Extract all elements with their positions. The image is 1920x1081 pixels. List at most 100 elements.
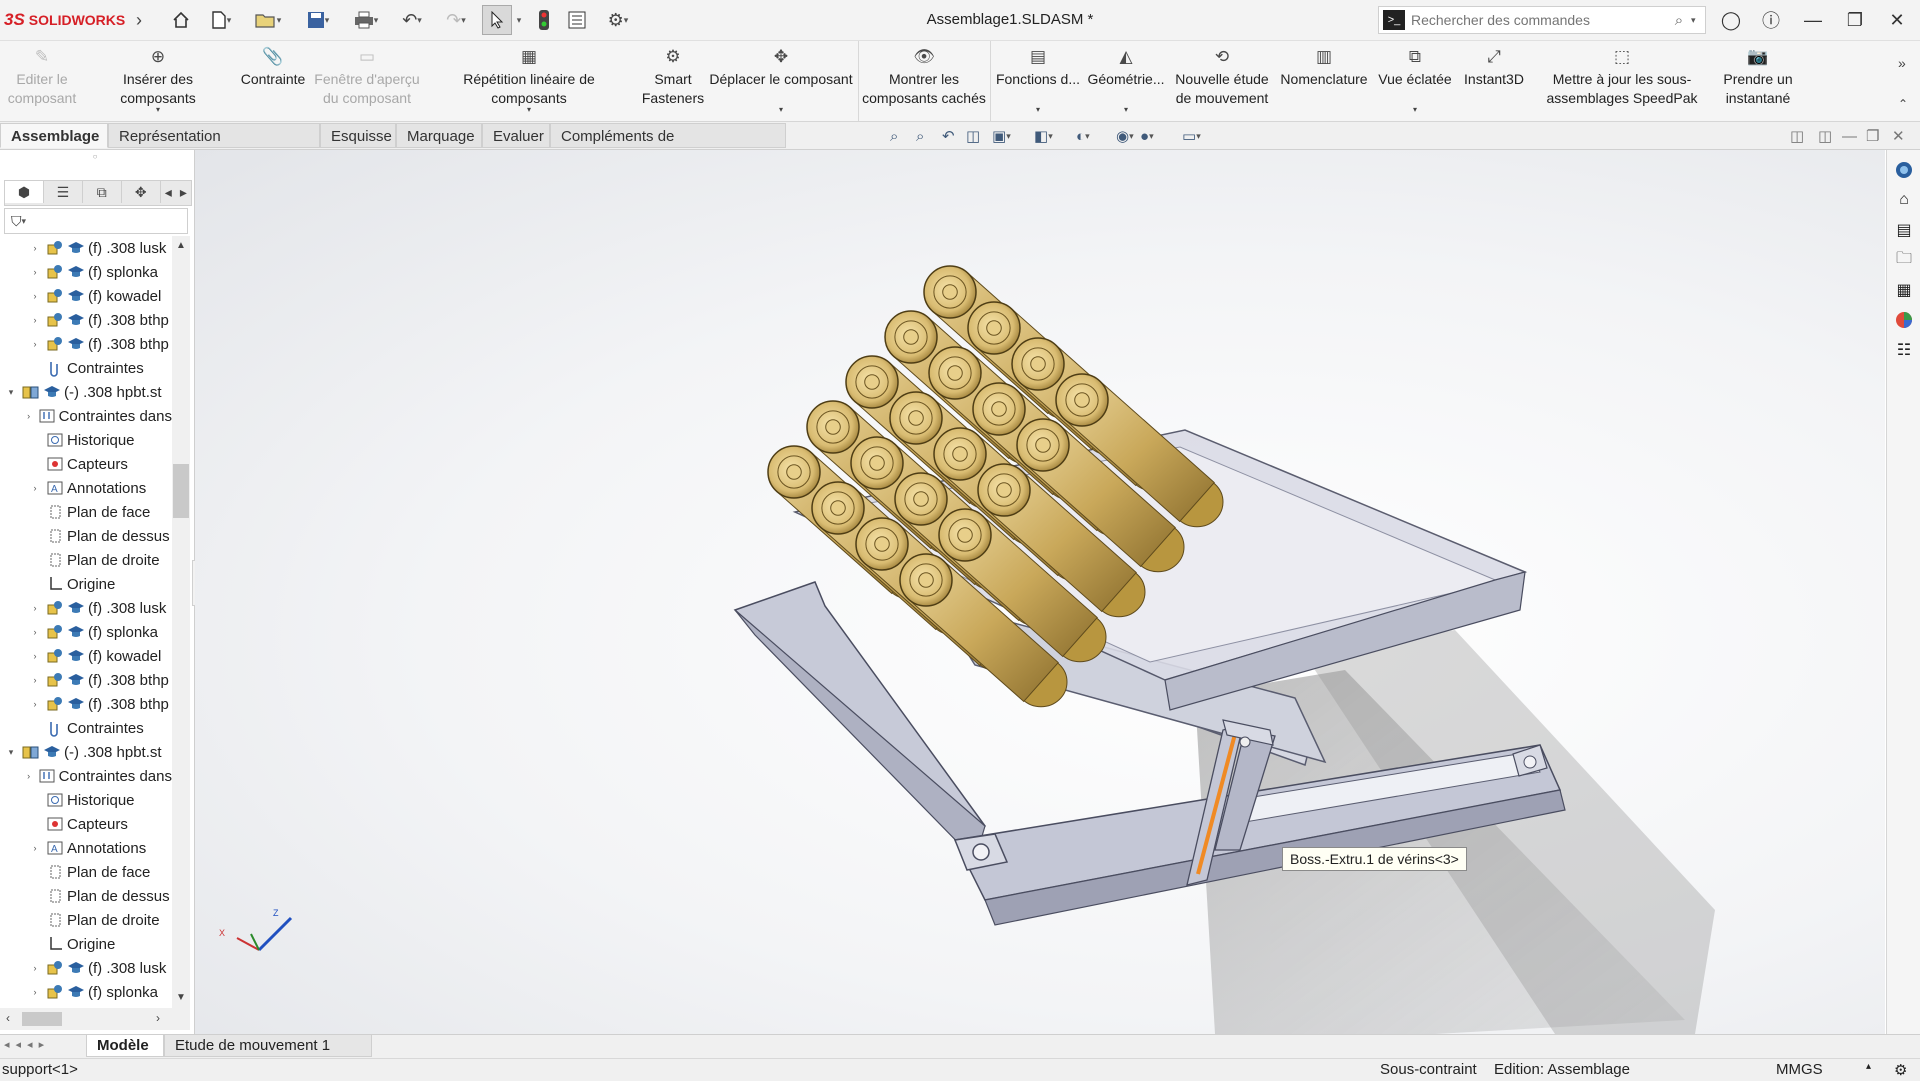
viewport-restore-icon[interactable]: ❐ bbox=[1866, 126, 1879, 146]
tree-item[interactable]: Contraintes bbox=[0, 356, 172, 380]
status-units[interactable]: MMGS bbox=[1776, 1061, 1823, 1078]
tree-item[interactable]: Capteurs bbox=[0, 452, 172, 476]
search-dropdown-icon[interactable]: ▾ bbox=[1691, 15, 1705, 26]
chevron-right-icon[interactable]: › bbox=[30, 339, 40, 349]
panel-grip-icon[interactable]: ○ bbox=[0, 152, 190, 162]
update-speedpak-button[interactable]: ⬚ Mettre à jour les sous-assemblages Spee… bbox=[1534, 45, 1710, 117]
redo-icon[interactable]: ↷ ▾ bbox=[438, 8, 474, 32]
viewport-minimize-icon[interactable]: — bbox=[1842, 126, 1857, 146]
chevron-down-icon[interactable]: ▾ bbox=[1413, 100, 1417, 119]
chevron-right-icon[interactable]: › bbox=[30, 315, 40, 325]
tree-item[interactable]: Plan de dessus bbox=[0, 524, 172, 548]
tree-item[interactable]: › (f) .308 bthp bbox=[0, 668, 172, 692]
restore-icon[interactable]: ❐ bbox=[1840, 8, 1870, 32]
tab-etude-mouvement[interactable]: Etude de mouvement 1 bbox=[164, 1035, 372, 1057]
bill-of-materials-button[interactable]: ▥ Nomenclature bbox=[1276, 45, 1372, 117]
previous-view-icon[interactable]: ↶ bbox=[942, 126, 955, 146]
assembly-model[interactable] bbox=[195, 150, 1885, 1034]
tree-item[interactable]: › (f) .308 bthp bbox=[0, 692, 172, 716]
chevron-down-icon[interactable]: ▾ bbox=[156, 100, 160, 119]
save-icon[interactable]: ▾ bbox=[298, 8, 338, 32]
tree-item[interactable]: › (f) .308 lusk bbox=[0, 596, 172, 620]
tab-nav-arrows-icon[interactable]: ◂◂◂▸ bbox=[4, 1038, 50, 1051]
show-hidden-components-button[interactable]: 👁 Montrer les composants cachés bbox=[862, 45, 986, 117]
tab-esquisse[interactable]: Esquisse bbox=[320, 123, 396, 148]
tree-item[interactable]: › (f) kowadel bbox=[0, 284, 172, 308]
tree-item[interactable]: › (f) .308 lusk bbox=[0, 956, 172, 980]
tree-scroll-thumb[interactable] bbox=[173, 464, 189, 518]
chevron-right-icon[interactable]: › bbox=[30, 651, 40, 661]
tree-item[interactable]: › (f) splonka bbox=[0, 260, 172, 284]
more-commands-icon[interactable]: » bbox=[1898, 55, 1906, 71]
hide-show-items-icon[interactable]: ◉ ▾ bbox=[1116, 126, 1134, 146]
home-icon[interactable] bbox=[168, 8, 194, 32]
tree-item[interactable]: ▾ (-) .308 hpbt.st bbox=[0, 380, 172, 404]
edit-component-button[interactable]: ✎ Editer le composant bbox=[2, 45, 82, 117]
tab-modele[interactable]: Modèle bbox=[86, 1035, 164, 1057]
tree-hscroll-thumb[interactable] bbox=[22, 1012, 62, 1026]
chevron-down-icon[interactable]: ▾ bbox=[779, 100, 783, 119]
mate-button[interactable]: 📎 Contrainte bbox=[234, 45, 312, 117]
undo-icon[interactable]: ↶ ▾ bbox=[394, 8, 430, 32]
chevron-right-icon[interactable]: › bbox=[30, 291, 40, 301]
help-icon[interactable]: ⓘ bbox=[1756, 8, 1786, 32]
appearances-icon[interactable] bbox=[1892, 308, 1916, 332]
chevron-down-icon[interactable]: ▾ bbox=[527, 100, 531, 119]
chevron-down-icon[interactable]: ▾ bbox=[6, 747, 16, 758]
smart-fasteners-button[interactable]: ⚙ Smart Fasteners bbox=[638, 45, 708, 117]
chevron-right-icon[interactable]: › bbox=[30, 699, 40, 709]
tree-item[interactable]: Plan de droite bbox=[0, 548, 172, 572]
tree-item[interactable]: Historique bbox=[0, 788, 172, 812]
linear-pattern-button[interactable]: ▦ Répétition linéaire de composants ▾ bbox=[424, 45, 634, 117]
tab-evaluer[interactable]: Evaluer bbox=[482, 123, 550, 148]
chevron-down-icon[interactable]: ▾ bbox=[1036, 100, 1040, 119]
graphics-area[interactable]: X Z bbox=[195, 150, 1885, 1034]
tree-item[interactable]: Historique bbox=[0, 428, 172, 452]
configurationmanager-tab-icon[interactable]: ⧉ bbox=[83, 181, 122, 203]
menu-expand-icon[interactable]: › bbox=[132, 8, 146, 32]
chevron-right-icon[interactable]: › bbox=[30, 603, 40, 613]
chevron-right-icon[interactable]: › bbox=[30, 843, 40, 853]
custom-properties-icon[interactable]: ☷ bbox=[1892, 338, 1916, 362]
file-properties-icon[interactable] bbox=[564, 8, 590, 32]
chevron-down-icon[interactable]: ▾ bbox=[6, 387, 16, 398]
tree-item[interactable]: Plan de face bbox=[0, 860, 172, 884]
tree-item[interactable]: ▾ (-) .308 hpbt.st bbox=[0, 740, 172, 764]
options-gear-icon[interactable]: ⚙ ▾ bbox=[598, 8, 638, 32]
minimize-icon[interactable]: — bbox=[1798, 8, 1828, 32]
dynamic-annotation-icon[interactable]: ▣ ▾ bbox=[992, 126, 1011, 146]
chevron-right-icon[interactable]: › bbox=[30, 987, 40, 997]
select-cursor-icon[interactable] bbox=[482, 5, 512, 35]
tile-left-icon[interactable]: ◫ bbox=[1790, 126, 1804, 146]
tree-item[interactable]: › Contraintes dans bbox=[0, 404, 172, 428]
units-up-icon[interactable]: ▴ bbox=[1866, 1061, 1871, 1072]
tree-item[interactable]: › (f) splonka bbox=[0, 980, 172, 1004]
tree-item[interactable]: › A Annotations bbox=[0, 476, 172, 500]
tab-representation-schematique[interactable]: Représentation schématique bbox=[108, 123, 320, 170]
move-component-button[interactable]: ✥ Déplacer le composant ▾ bbox=[708, 45, 854, 117]
chevron-right-icon[interactable]: › bbox=[30, 267, 40, 277]
propertymanager-tab-icon[interactable]: ☰ bbox=[44, 181, 83, 203]
chevron-right-icon[interactable]: › bbox=[30, 627, 40, 637]
tree-item[interactable]: › (f) .308 lusk bbox=[0, 236, 172, 260]
tree-item[interactable]: › (f) .308 bthp bbox=[0, 308, 172, 332]
new-document-icon[interactable]: ▾ bbox=[204, 8, 238, 32]
view-orientation-icon[interactable]: ◧ ▾ bbox=[1034, 126, 1053, 146]
zoom-to-area-icon[interactable]: ⌕ bbox=[916, 126, 924, 146]
chevron-right-icon[interactable]: › bbox=[25, 411, 33, 421]
tree-item[interactable]: › A Annotations bbox=[0, 836, 172, 860]
instant3d-button[interactable]: ⤢ Instant3D bbox=[1456, 45, 1532, 117]
search-input[interactable] bbox=[1405, 11, 1667, 29]
collapse-ribbon-icon[interactable]: ⌃ bbox=[1898, 97, 1908, 111]
chevron-right-icon[interactable]: › bbox=[30, 243, 40, 253]
solidworks-resources-icon[interactable] bbox=[1892, 158, 1916, 182]
component-preview-button[interactable]: ▭ Fenêtre d'aperçu du composant bbox=[314, 45, 420, 117]
tree-item[interactable]: Plan de droite bbox=[0, 908, 172, 932]
status-settings-icon[interactable]: ⚙ bbox=[1894, 1061, 1907, 1079]
tree-item[interactable]: Origine bbox=[0, 572, 172, 596]
tree-item[interactable]: Origine bbox=[0, 932, 172, 956]
close-icon[interactable]: ✕ bbox=[1882, 8, 1912, 32]
command-search[interactable]: >_ ⌕ ▾ bbox=[1378, 6, 1706, 34]
insert-components-button[interactable]: ⊕ Insérer des composants ▾ bbox=[84, 45, 232, 117]
print-icon[interactable]: ▾ bbox=[346, 8, 386, 32]
